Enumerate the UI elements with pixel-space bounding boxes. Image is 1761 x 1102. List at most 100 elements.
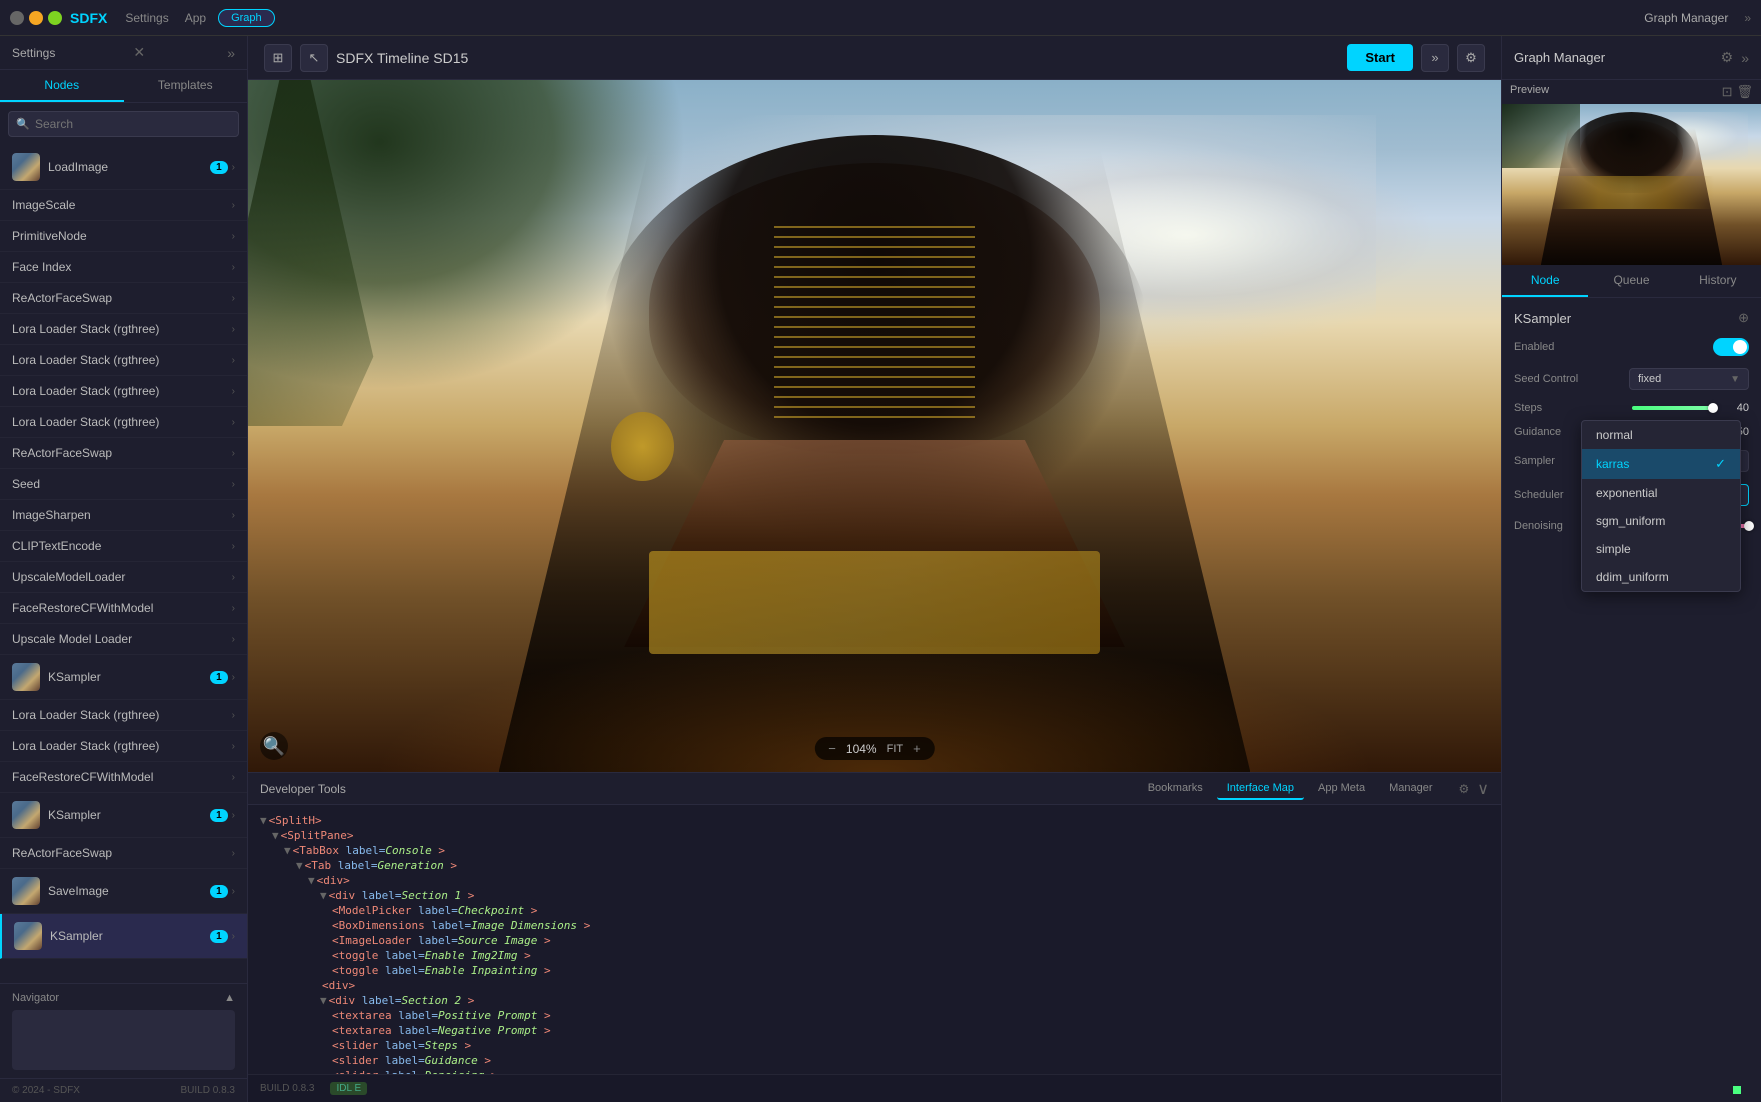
node-arrow-loraloader3: › (232, 386, 235, 397)
node-item-saveimage[interactable]: SaveImage 1 › (0, 869, 247, 914)
node-arrow-imagescale: › (232, 200, 235, 211)
dev-tab-app-meta[interactable]: App Meta (1308, 778, 1375, 800)
cursor-tool-btn[interactable]: ↖ (300, 44, 328, 72)
zoom-indicator: − 104% FIT + (814, 737, 934, 760)
node-item-reactorfaceswap2[interactable]: ReActorFaceSwap › (0, 438, 247, 469)
dev-tools-collapse-icon[interactable]: ∨ (1477, 779, 1489, 799)
preview-expand-icon[interactable]: ⊡ (1722, 84, 1733, 100)
node-item-imagescale[interactable]: ImageScale › (0, 190, 247, 221)
settings-icon-btn[interactable]: ⚙ (1457, 44, 1485, 72)
app-logo: SDFX (70, 10, 107, 26)
node-item-upscalemodelloader2[interactable]: Upscale Model Loader › (0, 624, 247, 655)
window-maximize-btn[interactable] (48, 11, 62, 25)
node-item-facerestorecf2[interactable]: FaceRestoreCFWithModel › (0, 762, 247, 793)
graph-nav[interactable]: Graph (218, 9, 275, 27)
steps-value: 40 (1721, 402, 1749, 414)
navigator-toggle[interactable]: Navigator ▲ (12, 992, 235, 1004)
node-pin-icon[interactable]: ⊕ (1738, 310, 1749, 326)
expand-right-icon[interactable]: » (1744, 11, 1751, 25)
dev-tools-close-icon[interactable]: ⚙ (1459, 782, 1470, 796)
steps-slider-thumb[interactable] (1708, 403, 1718, 413)
node-item-loraloader3[interactable]: Lora Loader Stack (rgthree) › (0, 376, 247, 407)
node-item-seed[interactable]: Seed › (0, 469, 247, 500)
node-item-ksampler1[interactable]: KSampler 1 › (0, 655, 247, 700)
sidebar-close-btn[interactable]: ✕ (133, 44, 145, 61)
node-badge-loadimage: 1 (210, 161, 228, 174)
right-tab-queue[interactable]: Queue (1588, 265, 1674, 297)
app-nav[interactable]: App (185, 11, 206, 25)
steps-slider-track[interactable] (1632, 406, 1714, 410)
center-area: ⊞ ↖ SDFX Timeline SD15 Start » ⚙ (248, 36, 1501, 1102)
scheduler-option-exponential[interactable]: exponential (1582, 479, 1740, 507)
expand-right-panel-icon[interactable]: » (1741, 50, 1749, 66)
code-line-splith: ▼<SplitH> (260, 813, 1489, 828)
code-line-modelpicker[interactable]: <ModelPicker label=Checkpoint > (260, 903, 1489, 918)
node-item-reactorfaceswap3[interactable]: ReActorFaceSwap › (0, 838, 247, 869)
settings-right-icon[interactable]: ⚙ (1721, 49, 1734, 66)
denoising-slider-thumb[interactable] (1744, 521, 1754, 531)
scheduler-option-ddim-uniform[interactable]: ddim_uniform (1582, 563, 1740, 591)
code-line-textarea2[interactable]: <textarea label=Negative Prompt > (260, 1023, 1489, 1038)
node-item-ksampler-active[interactable]: KSampler 1 › (0, 914, 247, 959)
node-item-facerestorecf1[interactable]: FaceRestoreCFWithModel › (0, 593, 247, 624)
node-item-primitivenode[interactable]: PrimitiveNode › (0, 221, 247, 252)
preview-delete-icon[interactable]: 🗑 (1736, 84, 1753, 100)
zoom-minus-icon[interactable]: − (828, 741, 836, 756)
fit-button[interactable]: FIT (887, 743, 904, 755)
code-line-slider-steps[interactable]: <slider label=Steps > (260, 1038, 1489, 1053)
tab-nodes[interactable]: Nodes (0, 70, 124, 102)
node-item-loadimage[interactable]: LoadImage 1 › (0, 145, 247, 190)
node-item-cliptextencode[interactable]: CLIPTextEncode › (0, 531, 247, 562)
node-item-imagesharpen[interactable]: ImageSharpen › (0, 500, 247, 531)
node-item-loraloader5[interactable]: Lora Loader Stack (rgthree) › (0, 700, 247, 731)
code-line-imageloader[interactable]: <ImageLoader label=Source Image > (260, 933, 1489, 948)
node-item-reactorfaceswap1[interactable]: ReActorFaceSwap › (0, 283, 247, 314)
node-item-loraloader1[interactable]: Lora Loader Stack (rgthree) › (0, 314, 247, 345)
enabled-toggle[interactable] (1713, 338, 1749, 356)
scheduler-option-sgm-uniform[interactable]: sgm_uniform (1582, 507, 1740, 535)
seed-control-select[interactable]: fixed ▼ (1629, 368, 1749, 390)
sidebar-collapse-btn[interactable]: » (227, 45, 235, 61)
more-options-btn[interactable]: » (1421, 44, 1449, 72)
code-line-slider-guidance[interactable]: <slider label=Guidance > (260, 1053, 1489, 1068)
start-button[interactable]: Start (1347, 44, 1413, 71)
node-name-upscalemodelloader2: Upscale Model Loader (12, 632, 232, 646)
scheduler-option-simple[interactable]: simple (1582, 535, 1740, 563)
dev-tab-manager[interactable]: Manager (1379, 778, 1442, 800)
node-item-faceindex[interactable]: Face Index › (0, 252, 247, 283)
node-name-reactorfaceswap1: ReActorFaceSwap (12, 291, 232, 305)
seed-control-arrow-icon: ▼ (1730, 374, 1740, 385)
settings-nav[interactable]: Settings (125, 11, 168, 25)
code-line-textarea1[interactable]: <textarea label=Positive Prompt > (260, 1008, 1489, 1023)
code-line-toggle2[interactable]: <toggle label=Enable Inpainting > (260, 963, 1489, 978)
zoom-plus-icon[interactable]: + (913, 741, 921, 756)
node-badge-ksampler2: 1 (210, 809, 228, 822)
search-input[interactable] (8, 111, 239, 137)
window-minimize-btn[interactable] (29, 11, 43, 25)
node-item-loraloader6[interactable]: Lora Loader Stack (rgthree) › (0, 731, 247, 762)
dev-tools-footer: BUILD 0.8.3 IDL E (248, 1074, 1501, 1102)
node-arrow-loraloader2: › (232, 355, 235, 366)
build-version: BUILD 0.8.3 (181, 1085, 235, 1096)
dev-tab-bookmarks[interactable]: Bookmarks (1138, 778, 1213, 800)
node-arrow-ksampler-active: › (232, 931, 235, 942)
zoom-out-corner-icon[interactable]: 🔍 (260, 732, 288, 760)
right-tab-node[interactable]: Node (1502, 265, 1588, 297)
node-item-loraloader4[interactable]: Lora Loader Stack (rgthree) › (0, 407, 247, 438)
move-tool-btn[interactable]: ⊞ (264, 44, 292, 72)
code-line-splitpane: ▼<SplitPane> (260, 828, 1489, 843)
dev-tab-interface-map[interactable]: Interface Map (1217, 778, 1304, 800)
right-tab-history[interactable]: History (1675, 265, 1761, 297)
steps-slider-fill (1632, 406, 1714, 410)
node-item-upscalemodelloader1[interactable]: UpscaleModelLoader › (0, 562, 247, 593)
node-item-ksampler2[interactable]: KSampler 1 › (0, 793, 247, 838)
code-line-toggle1[interactable]: <toggle label=Enable Img2Img > (260, 948, 1489, 963)
scheduler-option-normal[interactable]: normal (1582, 421, 1740, 449)
tab-templates[interactable]: Templates (124, 70, 248, 102)
code-line-boxdimensions[interactable]: <BoxDimensions label=Image Dimensions > (260, 918, 1489, 933)
node-avatar-ksampler2 (12, 801, 40, 829)
node-item-loraloader2[interactable]: Lora Loader Stack (rgthree) › (0, 345, 247, 376)
code-line-div-end: <div> (260, 978, 1489, 993)
scheduler-option-karras[interactable]: karras ✓ (1582, 449, 1740, 479)
window-close-btn[interactable] (10, 11, 24, 25)
